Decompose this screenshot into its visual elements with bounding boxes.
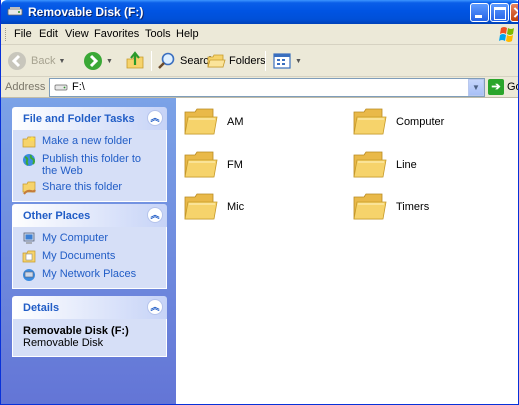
address-dropdown-button[interactable]: ▼ [468, 79, 484, 96]
place-my-network-places[interactable]: My Network Places [22, 268, 157, 282]
back-arrow-icon [8, 52, 26, 70]
minimize-button[interactable] [470, 3, 489, 22]
toolbar-separator [265, 51, 266, 71]
details-panel: Details ︽ Removable Disk (F:) Removable … [12, 296, 167, 357]
address-label: Address [5, 81, 46, 93]
file-folder-tasks-panel: File and Folder Tasks ︽ Make a new folde… [12, 107, 167, 202]
go-arrow-icon: ➔ [488, 79, 504, 95]
panel-header[interactable]: Other Places ︽ [12, 204, 167, 227]
back-button[interactable]: Back ▼ [7, 50, 65, 72]
panel-header[interactable]: File and Folder Tasks ︽ [12, 107, 167, 130]
go-label: Go [507, 81, 518, 93]
views-dropdown-icon[interactable]: ▼ [295, 58, 302, 65]
menu-favorites[interactable]: Favorites [94, 28, 139, 40]
folder-item[interactable]: FM [183, 149, 243, 181]
up-folder-button[interactable] [125, 50, 145, 72]
panel-body: Make a new folder Publish this folder to… [12, 130, 167, 202]
toolbar: Back ▼ ▼ Search Folders ▼ [1, 45, 518, 77]
my-computer-icon [23, 232, 35, 244]
drive-icon [7, 7, 23, 16]
explorer-window: Removable Disk (F:) File Edit View Favor… [0, 0, 519, 405]
folder-icon [184, 108, 218, 135]
back-label: Back [31, 55, 56, 67]
collapse-chevron-icon[interactable]: ︽ [147, 207, 163, 223]
up-folder-icon [126, 51, 144, 69]
close-button[interactable] [510, 3, 518, 22]
folder-content-area: AM Computer FM Line Mic Timers [176, 98, 518, 404]
folder-icon [184, 151, 218, 178]
menu-grip [5, 28, 8, 41]
folder-label: FM [227, 159, 243, 171]
toolbar-separator [151, 51, 152, 71]
folder-icon [353, 151, 387, 178]
views-icon [273, 53, 291, 69]
forward-arrow-icon [84, 52, 102, 70]
search-icon [158, 52, 175, 69]
address-bar: Address F:\ ▼ ➔ Go [1, 77, 518, 98]
folder-item[interactable]: Line [352, 149, 417, 181]
windows-logo-icon [499, 27, 514, 42]
task-make-new-folder[interactable]: Make a new folder [22, 135, 157, 149]
menu-bar: File Edit View Favorites Tools Help [1, 24, 518, 45]
address-input[interactable]: F:\ ▼ [49, 78, 485, 97]
new-folder-icon [22, 136, 36, 148]
menu-help[interactable]: Help [176, 28, 199, 40]
collapse-chevron-icon[interactable]: ︽ [147, 110, 163, 126]
folder-icon [353, 193, 387, 220]
menu-view[interactable]: View [65, 28, 89, 40]
task-publish-to-web[interactable]: Publish this folder to the Web [22, 153, 157, 177]
panel-header[interactable]: Details ︽ [12, 296, 167, 319]
share-folder-icon [22, 181, 36, 195]
place-my-computer[interactable]: My Computer [22, 232, 157, 246]
back-dropdown-icon[interactable]: ▼ [58, 58, 65, 65]
folder-item[interactable]: Timers [352, 191, 429, 223]
title-bar[interactable]: Removable Disk (F:) [1, 0, 518, 24]
folders-button[interactable]: Folders [206, 50, 266, 72]
forward-dropdown-icon[interactable]: ▼ [106, 58, 113, 65]
panel-title: File and Folder Tasks [23, 113, 135, 125]
network-places-icon [23, 269, 35, 281]
details-drive-type: Removable Disk [23, 337, 104, 349]
folder-label: Timers [396, 201, 430, 213]
menu-file[interactable]: File [14, 28, 32, 40]
folder-label: Mic [227, 201, 245, 213]
collapse-chevron-icon[interactable]: ︽ [147, 299, 163, 315]
other-places-panel: Other Places ︽ My Computer My Documents … [12, 204, 167, 289]
panel-title: Other Places [23, 210, 91, 222]
globe-icon [23, 154, 35, 166]
folder-item[interactable]: Computer [352, 106, 444, 138]
folder-label: AM [227, 116, 244, 128]
folder-icon [353, 108, 387, 135]
place-my-documents[interactable]: My Documents [22, 250, 157, 264]
folders-label: Folders [229, 55, 266, 67]
panel-body: Removable Disk (F:) Removable Disk [12, 319, 167, 357]
window-title: Removable Disk (F:) [28, 5, 144, 19]
menu-tools[interactable]: Tools [145, 28, 171, 40]
panel-body: My Computer My Documents My Network Plac… [12, 227, 167, 289]
address-value: F:\ [72, 81, 85, 93]
task-share-folder[interactable]: Share this folder [22, 181, 157, 195]
folder-label: Computer [396, 116, 445, 128]
views-button[interactable]: ▼ [272, 50, 302, 72]
my-documents-icon [22, 250, 36, 263]
task-pane: File and Folder Tasks ︽ Make a new folde… [1, 98, 176, 404]
folders-icon [207, 54, 226, 68]
folder-item[interactable]: AM [183, 106, 244, 138]
folder-icon [184, 193, 218, 220]
forward-button[interactable]: ▼ [83, 50, 113, 72]
folder-item[interactable]: Mic [183, 191, 244, 223]
folder-label: Line [396, 159, 417, 171]
details-drive-name: Removable Disk (F:) [23, 325, 129, 337]
go-button[interactable]: ➔ Go [488, 79, 518, 95]
maximize-button[interactable] [490, 3, 509, 22]
drive-icon [54, 84, 68, 91]
menu-edit[interactable]: Edit [39, 28, 58, 40]
panel-title: Details [23, 302, 60, 314]
